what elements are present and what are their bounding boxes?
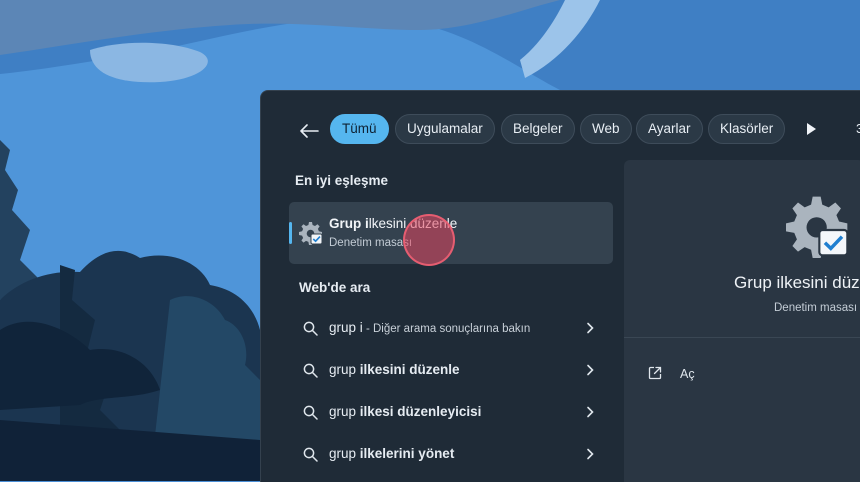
chevron-right-icon (587, 406, 594, 418)
web-search-text: grup ilkesini düzenle (329, 362, 460, 377)
selection-indicator (289, 222, 292, 244)
search-icon (303, 363, 318, 378)
chevron-right-icon (587, 448, 594, 460)
gear-with-checkbox-icon (299, 222, 323, 245)
best-match-subtitle: Denetim masası (329, 237, 413, 249)
tab-web[interactable]: Web (580, 114, 632, 144)
preview-pane: Grup ilkesini düz Denetim masası Aç (624, 160, 860, 482)
search-icon (303, 321, 318, 336)
chevron-right-icon (587, 364, 594, 376)
best-match-heading: En iyi eşleşme (295, 173, 389, 188)
tab-all[interactable]: Tümü (330, 114, 389, 144)
web-search-text: grup ilkesi düzenleyicisi (329, 404, 482, 419)
web-search-text: grup i - Diğer arama sonuçlarına bakın (329, 320, 531, 335)
gear-with-checkbox-icon (786, 196, 849, 258)
search-panel: Tümü Uygulamalar Belgeler Web Ayarlar Kl… (260, 90, 860, 482)
open-label: Aç (680, 367, 695, 381)
tab-documents[interactable]: Belgeler (501, 114, 575, 144)
overflow-count: 3 (856, 121, 860, 136)
arrow-left-icon (300, 124, 319, 138)
chevron-right-icon (587, 322, 594, 334)
click-indicator (403, 214, 455, 266)
preview-subtitle: Denetim masası (774, 302, 858, 314)
open-action[interactable]: Aç (648, 364, 728, 384)
web-search-item[interactable]: grup ilkesini düzenle (289, 351, 613, 389)
search-icon (303, 447, 318, 462)
play-icon[interactable] (804, 122, 818, 136)
search-icon (303, 405, 318, 420)
web-search-item[interactable]: grup ilkelerini yönet (289, 435, 613, 473)
tab-folders[interactable]: Klasörler (708, 114, 786, 144)
preview-title: Grup ilkesini düz (734, 273, 860, 292)
back-button[interactable] (295, 117, 323, 145)
open-external-icon (648, 366, 662, 380)
tab-settings[interactable]: Ayarlar (636, 114, 703, 144)
web-search-text: grup ilkelerini yönet (329, 446, 455, 461)
filter-tab-bar: Tümü Uygulamalar Belgeler Web Ayarlar Kl… (261, 113, 860, 147)
web-search-item[interactable]: grup i - Diğer arama sonuçlarına bakın (289, 309, 613, 347)
tab-apps[interactable]: Uygulamalar (395, 114, 495, 144)
web-search-item[interactable]: grup ilkesi düzenleyicisi (289, 393, 613, 431)
web-search-heading: Web'de ara (299, 280, 371, 295)
divider (624, 337, 860, 338)
